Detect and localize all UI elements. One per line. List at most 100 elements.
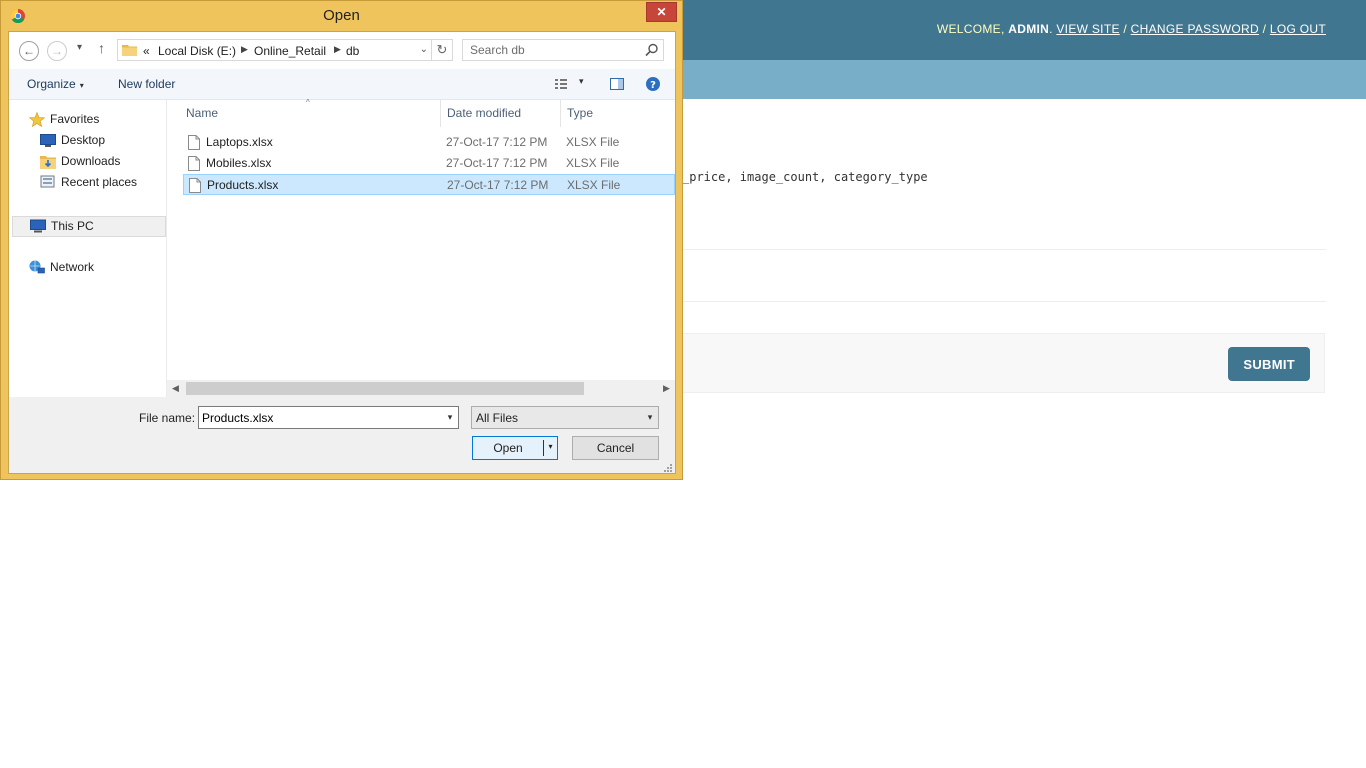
file-row[interactable]: Laptops.xlsx 27-Oct-17 7:12 PM XLSX File (183, 132, 675, 153)
form-row-divider (682, 301, 1326, 302)
sort-ascending-icon: ^ (306, 98, 310, 107)
horizontal-scrollbar[interactable]: ◀ ▶ (167, 380, 675, 397)
submit-button[interactable]: SUBMIT (1228, 347, 1310, 381)
tree-label: Downloads (61, 154, 121, 168)
open-button[interactable]: Open ▾ (472, 436, 558, 460)
column-header-name[interactable]: Name (186, 100, 218, 127)
chevron-down-icon: ▾ (647, 412, 653, 422)
column-divider[interactable] (560, 100, 561, 127)
tree-label: Recent places (61, 175, 138, 189)
search-icon[interactable] (645, 43, 659, 57)
up-folder-icon[interactable]: ↑ (98, 40, 105, 56)
user-tools: WELCOME, ADMIN. VIEW SITE / CHANGE PASSW… (937, 22, 1326, 36)
tree-item-network[interactable]: Network (29, 258, 159, 277)
file-row-selected[interactable]: Products.xlsx 27-Oct-17 7:12 PM XLSX Fil… (183, 174, 675, 195)
tree-label: Desktop (61, 133, 106, 147)
new-folder-button[interactable]: New folder (118, 77, 175, 91)
organize-label: Organize (27, 77, 76, 91)
scroll-right-icon[interactable]: ▶ (658, 380, 675, 397)
file-type: XLSX File (566, 135, 620, 149)
file-icon (189, 178, 201, 193)
dialog-titlebar[interactable]: Open ✕ (1, 1, 682, 31)
back-arrow-icon: ← (23, 44, 35, 58)
separator: / (1123, 22, 1128, 36)
svg-text:?: ? (650, 80, 656, 91)
recent-places-icon (40, 175, 55, 188)
folder-icon (122, 45, 137, 56)
desktop-icon (40, 134, 56, 147)
submit-row: SUBMIT (682, 333, 1325, 393)
tree-item-desktop[interactable]: Desktop (40, 131, 160, 150)
resize-grip-icon[interactable] (663, 463, 673, 473)
tree-item-recent-places[interactable]: Recent places (40, 173, 160, 192)
file-name-combo: ▾ (198, 406, 459, 429)
file-name: Mobiles.xlsx (206, 156, 272, 170)
scrollbar-thumb[interactable] (186, 382, 584, 395)
cancel-button[interactable]: Cancel (572, 436, 659, 460)
tree-label: Network (50, 260, 95, 274)
refresh-button[interactable]: ↻ (431, 40, 452, 60)
dialog-footer: File name: ▾ All Files ▾ Open ▾ Cancel (9, 397, 675, 473)
file-date: 27-Oct-17 7:12 PM (446, 135, 548, 149)
open-options-dropdown-icon[interactable]: ▾ (544, 442, 557, 451)
address-dropdown-icon[interactable]: ⌄ (420, 44, 428, 55)
address-segment-db[interactable]: db (346, 44, 359, 58)
scroll-left-icon[interactable]: ◀ (167, 380, 184, 397)
chevron-down-icon: ▾ (79, 81, 84, 90)
separator: / (1262, 22, 1267, 36)
file-name: Laptops.xlsx (206, 135, 273, 149)
view-site-link[interactable]: VIEW SITE (1056, 22, 1119, 36)
forward-button[interactable]: → (47, 41, 67, 61)
recent-locations-dropdown-icon[interactable]: ▾ (77, 42, 82, 53)
change-password-link[interactable]: CHANGE PASSWORD (1131, 22, 1259, 36)
column-header-date-modified[interactable]: Date modified (447, 100, 521, 127)
open-file-dialog: Open ✕ ← → ▾ ↑ « Local Disk (E:) ▶ Onlin… (0, 0, 683, 480)
preview-pane-icon[interactable] (609, 76, 625, 92)
view-list-icon[interactable] (554, 76, 570, 92)
tree-item-favorites[interactable]: Favorites (29, 110, 159, 129)
dialog-client: ← → ▾ ↑ « Local Disk (E:) ▶ Online_Retai… (8, 31, 676, 474)
open-button-label: Open (493, 441, 523, 455)
navigation-pane: Favorites Desktop Downloads Recent place… (9, 100, 167, 400)
column-header-type[interactable]: Type (567, 100, 593, 127)
refresh-icon: ↻ (436, 42, 448, 57)
file-icon (188, 135, 200, 150)
search-box (462, 39, 664, 61)
address-bar[interactable]: « Local Disk (E:) ▶ Online_Retail ▶ db ⌄… (117, 39, 453, 61)
file-icon (188, 156, 200, 171)
filter-value: All Files (476, 411, 519, 425)
username: ADMIN (1008, 22, 1050, 36)
help-icon[interactable]: ? (645, 76, 661, 92)
organize-menu[interactable]: Organize ▾ (27, 77, 84, 91)
file-name-label: File name: (139, 411, 196, 425)
network-icon (29, 260, 45, 274)
file-type-filter[interactable]: All Files ▾ (471, 406, 659, 429)
search-input[interactable] (463, 40, 646, 60)
star-icon (29, 112, 45, 127)
file-row[interactable]: Mobiles.xlsx 27-Oct-17 7:12 PM XLSX File (183, 153, 675, 174)
address-segment-local-disk[interactable]: Local Disk (E:) (158, 44, 236, 58)
file-date: 27-Oct-17 7:12 PM (446, 156, 548, 170)
tree-label: This PC (51, 219, 94, 233)
log-out-link[interactable]: LOG OUT (1270, 22, 1326, 36)
dialog-title: Open (323, 7, 360, 24)
close-button[interactable]: ✕ (646, 2, 677, 22)
file-name-input[interactable] (199, 407, 432, 428)
back-button[interactable]: ← (19, 41, 39, 61)
address-separator-icon[interactable]: ▶ (241, 44, 248, 55)
tree-item-this-pc[interactable]: This PC (12, 216, 166, 237)
forward-arrow-icon: → (51, 44, 63, 58)
tree-label: Favorites (50, 112, 100, 126)
tree-item-downloads[interactable]: Downloads (40, 152, 160, 171)
welcome-period: . (1049, 22, 1053, 36)
close-icon: ✕ (656, 5, 667, 19)
chevron-down-icon[interactable]: ▾ (442, 407, 458, 428)
downloads-folder-icon (40, 156, 56, 169)
address-separator-icon[interactable]: ▶ (334, 44, 341, 55)
address-overflow-chevron[interactable]: « (143, 44, 150, 58)
view-dropdown-icon[interactable]: ▾ (579, 76, 584, 87)
file-type: XLSX File (566, 156, 620, 170)
file-type: XLSX File (567, 178, 621, 192)
column-divider[interactable] (440, 100, 441, 127)
address-segment-online-retail[interactable]: Online_Retail (254, 44, 326, 58)
